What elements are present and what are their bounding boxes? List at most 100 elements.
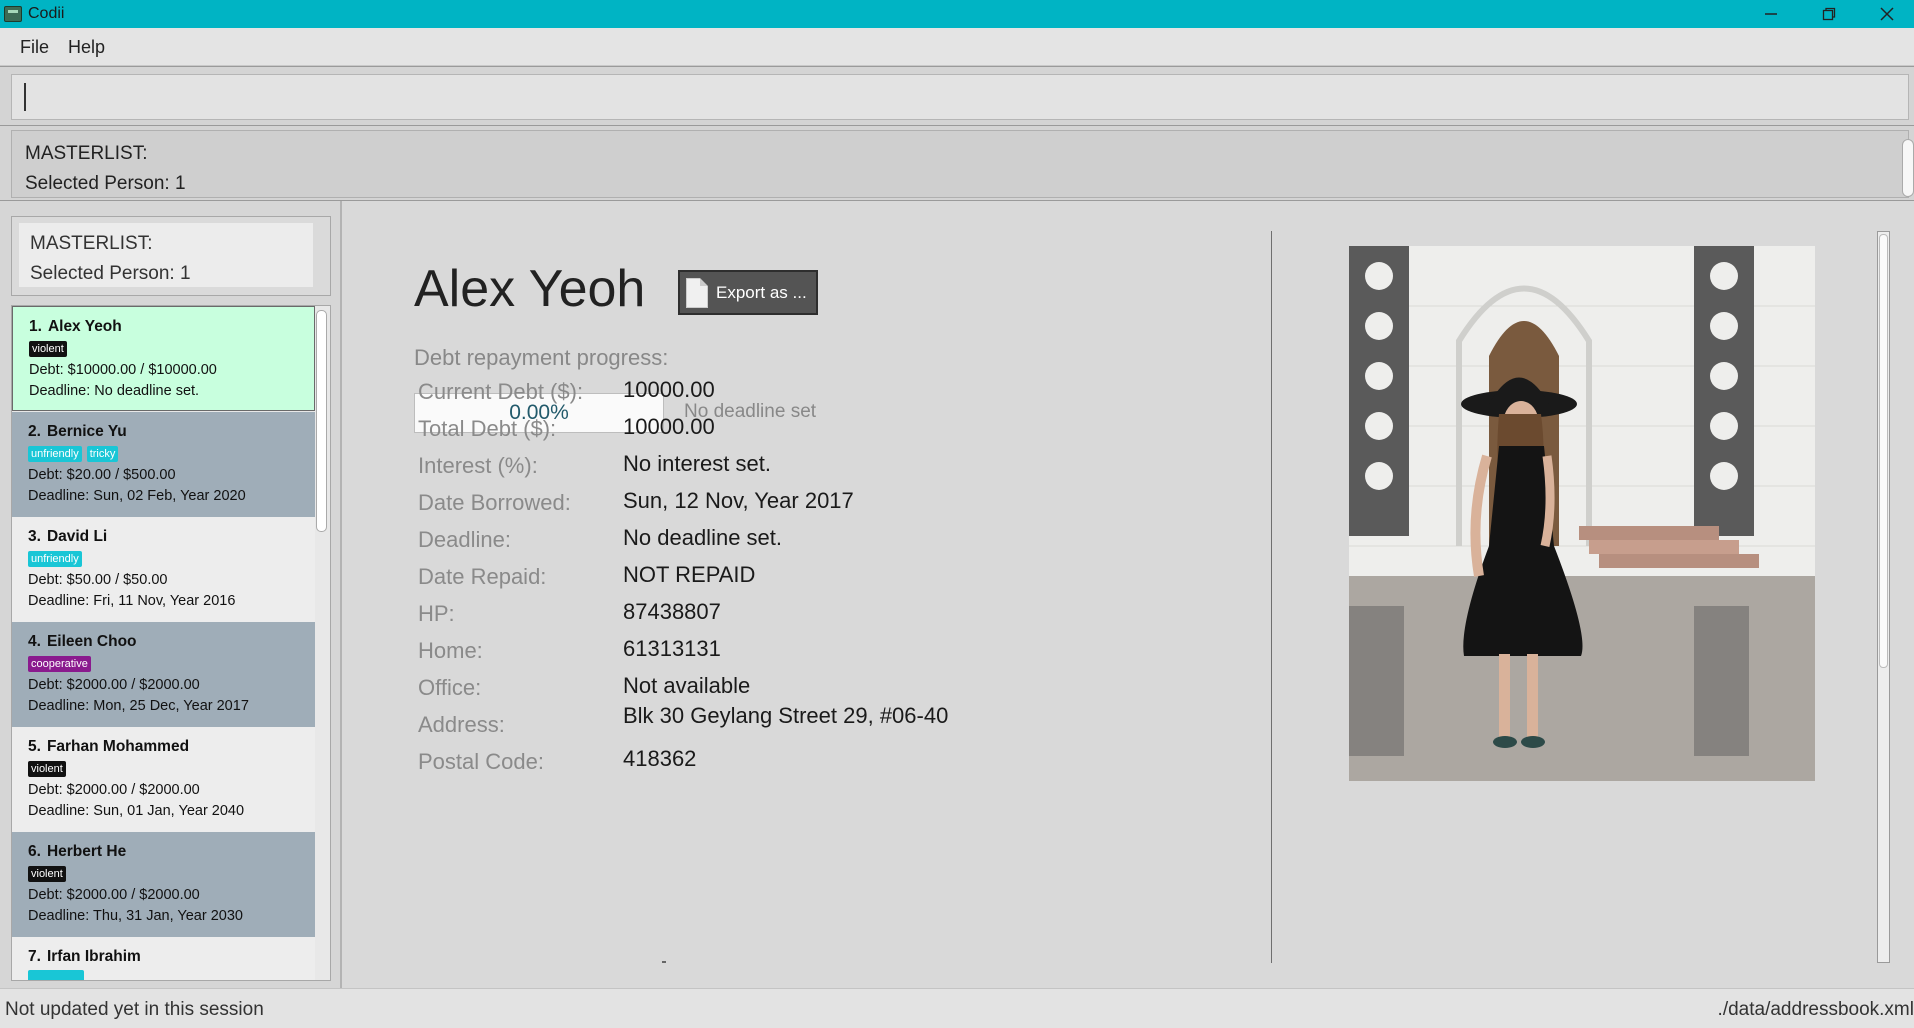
minimize-icon [1765,13,1777,15]
person-name-heading: Alex Yeoh [414,260,646,318]
minimize-button[interactable] [1746,0,1796,28]
person-list-scrollbar[interactable] [316,310,327,532]
person-details-panel: Alex Yeoh Export as ... Debt repayment p… [344,201,1273,988]
detail-label: Current Debt ($): [418,379,584,404]
person-card-deadline: Deadline: Fri, 11 Nov, Year 2016 [28,593,236,609]
detail-value: No interest set. [623,451,771,476]
person-card-debt: Debt: $50.00 / $50.00 [28,572,168,588]
detail-value: No deadline set. [623,525,782,550]
person-card-name: 5. Farhan Mohammed [28,738,299,760]
tag-badge: cooperative [28,656,91,672]
title-bar: Codii [0,0,1914,28]
person-card-debt: Debt: $2000.00 / $2000.00 [28,677,200,693]
detail-value: Sun, 12 Nov, Year 2017 [623,488,854,513]
person-card[interactable]: 3. David Li unfriendly Debt: $50.00 / $50.0… [12,517,315,622]
person-card-name-text: Bernice Yu [46,423,127,440]
person-card-name: 2. Bernice Yu [28,423,299,445]
person-card[interactable]: 7. Irfan Ibrahim [12,937,315,980]
text-caret [24,83,26,111]
person-card-deadline: Deadline: No deadline set. [29,383,200,399]
person-list-panel: MASTERLIST: Selected Person: 1 1. Alex Ye… [0,201,342,988]
person-card-deadline: Deadline: Mon, 25 Dec, Year 2017 [28,698,249,714]
detail-value: 418362 [623,746,697,771]
person-card-name: 4. Eileen Choo [28,633,299,655]
menu-file[interactable]: File [20,37,49,58]
person-card[interactable]: 5. Farhan Mohammed violent Debt: $2000.00 /… [12,727,315,832]
person-card-index: 5. [28,738,41,755]
detail-label: Postal Code: [418,749,544,774]
person-card-name-text: Eileen Choo [46,633,137,650]
person-card-name: 6. Herbert He [28,843,299,865]
person-photo [1349,246,1815,781]
detail-label: Date Repaid: [418,564,547,589]
person-card-index: 7. [28,948,41,965]
person-card-tags [28,970,299,980]
person-card-debt: Debt: $2000.00 / $2000.00 [28,782,200,798]
person-card-name: 3. David Li [28,528,299,550]
result-display: MASTERLIST: Selected Person: 1 [11,130,1914,198]
tag-badge: violent [28,866,66,882]
result-display-container: MASTERLIST: Selected Person: 1 [0,126,1914,201]
detail-value: 87438807 [623,599,721,624]
person-card-name-text: Farhan Mohammed [46,738,190,755]
save-location: ./data/addressbook.xml [1717,999,1914,1020]
result-scrollbar[interactable] [1902,139,1914,197]
person-card-deadline: Deadline: Thu, 31 Jan, Year 2030 [28,908,243,924]
detail-label: Home: [418,638,483,663]
menu-bar: File Help [0,28,1914,66]
partial-row-mark [662,961,666,963]
detail-value: 61313131 [623,636,721,661]
detail-label: HP: [418,601,455,626]
detail-label: Office: [418,675,482,700]
restore-button[interactable] [1804,0,1854,28]
menu-help[interactable]: Help [68,37,105,58]
detail-label: Address: [418,712,505,737]
person-card-tags: unfriendly [28,550,299,570]
person-card-name-text: David Li [46,528,108,545]
result-line-1: MASTERLIST: [25,143,148,164]
person-card-index: 2. [28,423,41,440]
detail-value: NOT REPAID [623,562,756,587]
progress-title: Debt repayment progress: [414,345,669,370]
person-card-debt: Debt: $20.00 / $500.00 [28,467,176,483]
person-card-tags: unfriendly tricky [28,445,299,465]
person-card-debt: Debt: $2000.00 / $2000.00 [28,887,200,903]
person-card-name: 1. Alex Yeoh [29,318,298,340]
person-card-name: 7. Irfan Ibrahim [28,948,299,970]
tag-badge: violent [29,341,67,357]
export-button[interactable]: Export as ... [678,270,818,315]
tag-badge: tricky [86,446,119,462]
person-card[interactable]: 6. Herbert He violent Debt: $2000.00 / $200… [12,832,315,937]
mini-result-line-2: Selected Person: 1 [30,263,191,284]
close-icon [1880,7,1894,21]
command-input[interactable] [11,74,1909,120]
photo-panel [1272,201,1914,988]
person-list[interactable]: 1. Alex Yeoh violent Debt: $10000.00 / $100… [11,305,331,981]
person-card[interactable]: 2. Bernice Yu unfriendly tricky Debt: $20.00… [12,412,315,517]
person-card-tags: violent [28,760,299,780]
document-icon [686,277,708,308]
detail-label: Deadline: [418,527,511,552]
person-card-index: 6. [28,843,41,860]
person-card-deadline: Deadline: Sun, 02 Feb, Year 2020 [28,488,246,504]
person-card-index: 3. [28,528,41,545]
details-scrollbar[interactable] [1877,231,1890,963]
tag-badge [28,970,84,980]
person-card-tags: cooperative [28,655,299,675]
close-button[interactable] [1862,0,1912,28]
person-card-index: 1. [29,318,42,335]
restore-icon [1822,7,1836,21]
detail-value: 10000.00 [623,377,715,402]
person-card[interactable]: 1. Alex Yeoh violent Debt: $10000.00 / $100… [12,306,315,411]
status-bar: Not updated yet in this session ./data/a… [0,988,1914,1028]
person-card[interactable]: 4. Eileen Choo cooperative Debt: $2000.00 /… [12,622,315,727]
details-scrollbar-thumb[interactable] [1879,234,1888,668]
tag-badge: violent [28,761,66,777]
app-icon [4,6,22,22]
detail-label: Total Debt ($): [418,416,557,441]
detail-value: Blk 30 Geylang Street 29, #06-40 [623,703,949,728]
mini-result-display: MASTERLIST: Selected Person: 1 [19,223,313,287]
detail-value: Not available [623,673,751,698]
person-card-tags: violent [29,340,298,360]
tag-badge: unfriendly [28,446,82,462]
